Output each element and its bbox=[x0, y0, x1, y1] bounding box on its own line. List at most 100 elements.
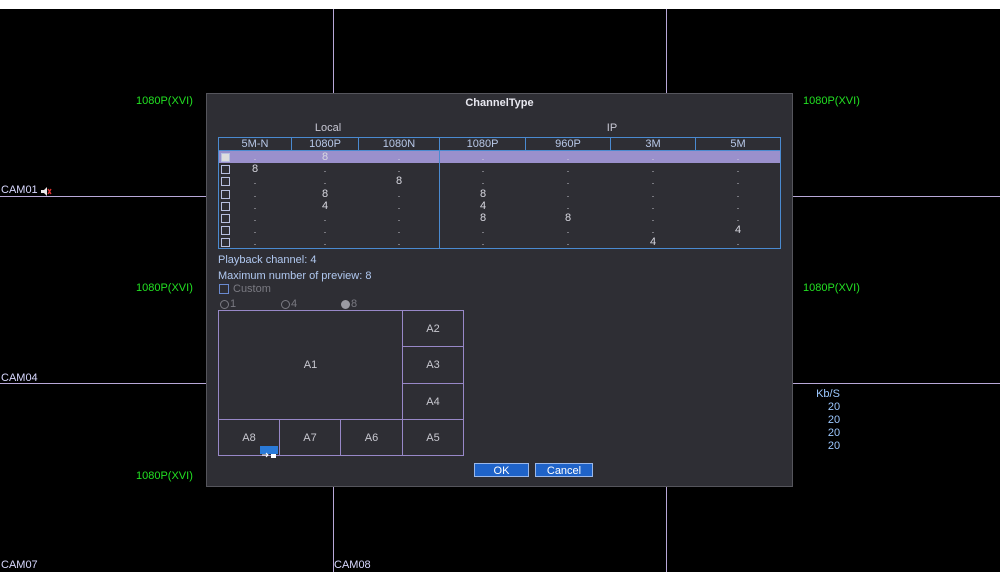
selected-row-highlight bbox=[219, 151, 780, 163]
table-cell: . bbox=[397, 213, 401, 223]
row-checkbox[interactable] bbox=[221, 189, 230, 199]
playback-channel-text: Playback channel: 4 bbox=[218, 254, 317, 266]
row-checkbox[interactable] bbox=[221, 201, 230, 211]
table-cell: . bbox=[253, 213, 257, 223]
area-a1[interactable]: A1 bbox=[218, 310, 403, 420]
table-cell: . bbox=[481, 237, 485, 248]
camera-label: CAM08 bbox=[334, 559, 371, 571]
table-cell: . bbox=[481, 152, 485, 162]
row-checkbox[interactable] bbox=[221, 238, 230, 248]
table-cell: . bbox=[566, 188, 570, 199]
camera-label: CAM01 bbox=[1, 184, 38, 196]
table-cell: . bbox=[253, 176, 257, 187]
table-cell: . bbox=[253, 237, 257, 248]
table-cell: . bbox=[736, 237, 740, 248]
table-cell: 8 bbox=[251, 163, 259, 176]
channel-type-table: 5M-N 1080P 1080N 1080P 960P 3M 5M .8....… bbox=[218, 137, 781, 249]
table-cell: . bbox=[323, 213, 327, 223]
table-cell: . bbox=[651, 152, 655, 162]
table-cell: . bbox=[566, 164, 570, 175]
camera-label: CAM07 bbox=[1, 559, 38, 571]
table-cell: . bbox=[481, 164, 485, 175]
table-cell: . bbox=[651, 200, 655, 211]
table-cell: . bbox=[397, 164, 401, 175]
radio-icon bbox=[220, 300, 229, 309]
table-cell: . bbox=[736, 188, 740, 199]
table-cell: . bbox=[736, 176, 740, 187]
layout-option-label: 8 bbox=[351, 298, 358, 310]
resolution-label: 1080P(XVI) bbox=[803, 95, 860, 107]
resolution-label: 1080P(XVI) bbox=[136, 282, 193, 294]
table-cell: . bbox=[397, 237, 401, 248]
column-header: 1080P bbox=[292, 138, 359, 150]
resolution-label: 1080P(XVI) bbox=[136, 95, 193, 107]
table-cell: . bbox=[481, 176, 485, 187]
table-cell: 8 bbox=[321, 151, 329, 163]
table-cell: . bbox=[651, 225, 655, 236]
table-cell: . bbox=[481, 225, 485, 236]
area-a5[interactable]: A5 bbox=[402, 419, 464, 456]
speaker-mute-icon bbox=[40, 184, 52, 196]
table-cell: . bbox=[651, 164, 655, 175]
bitrate-value: 20 bbox=[827, 401, 841, 413]
header-divider bbox=[219, 150, 780, 151]
table-cell: 8 bbox=[479, 187, 487, 200]
table-cell: . bbox=[651, 188, 655, 199]
table-cell: 4 bbox=[479, 199, 487, 212]
table-cell: . bbox=[253, 188, 257, 199]
table-cell: 8 bbox=[321, 187, 329, 200]
table-cell: . bbox=[651, 213, 655, 223]
local-group-label: Local bbox=[314, 122, 342, 134]
layout-option-label: 4 bbox=[291, 298, 298, 310]
resolution-label: 1080P(XVI) bbox=[136, 470, 193, 482]
resolution-label: 1080P(XVI) bbox=[803, 282, 860, 294]
radio-selected-icon bbox=[341, 300, 350, 309]
column-header: 5M bbox=[730, 138, 746, 150]
table-cell: . bbox=[566, 176, 570, 187]
area-a2[interactable]: A2 bbox=[402, 310, 464, 347]
bitrate-value: 20 bbox=[827, 440, 841, 452]
area-a4[interactable]: A4 bbox=[402, 383, 464, 420]
table-cell: 8 bbox=[564, 212, 572, 224]
ok-button[interactable]: OK bbox=[474, 463, 529, 477]
row-checkbox[interactable] bbox=[221, 214, 230, 223]
swap-icon[interactable] bbox=[260, 446, 278, 458]
table-cell: . bbox=[566, 237, 570, 248]
table-cell: . bbox=[736, 200, 740, 211]
table-cell: . bbox=[253, 152, 257, 162]
channel-type-dialog: ChannelType Local IP 5M-N 1080P 1080N 10… bbox=[206, 93, 793, 487]
table-cell: 4 bbox=[649, 236, 657, 249]
table-cell: . bbox=[323, 176, 327, 187]
custom-label: Custom bbox=[233, 283, 271, 295]
table-cell: . bbox=[253, 200, 257, 211]
table-cell: 4 bbox=[321, 199, 329, 212]
table-cell: . bbox=[253, 225, 257, 236]
area-a6[interactable]: A6 bbox=[340, 419, 403, 456]
max-preview-text: Maximum number of preview: 8 bbox=[218, 270, 372, 282]
table-cell: . bbox=[323, 225, 327, 236]
row-checkbox[interactable] bbox=[221, 226, 230, 236]
area-a3[interactable]: A3 bbox=[402, 346, 464, 384]
custom-checkbox[interactable] bbox=[219, 284, 229, 294]
table-cell: . bbox=[566, 225, 570, 236]
row-checkbox[interactable] bbox=[221, 153, 230, 162]
row-checkbox[interactable] bbox=[221, 165, 230, 175]
row-checkbox[interactable] bbox=[221, 177, 230, 187]
table-cell: . bbox=[397, 152, 401, 162]
column-header: 1080N bbox=[359, 138, 440, 150]
area-a7[interactable]: A7 bbox=[279, 419, 341, 456]
local-ip-divider bbox=[439, 150, 440, 248]
dialog-title: ChannelType bbox=[465, 97, 534, 109]
column-header: 1080P bbox=[440, 138, 526, 150]
bitrate-value: 20 bbox=[827, 414, 841, 426]
table-cell: . bbox=[736, 164, 740, 175]
table-cell: 8 bbox=[395, 175, 403, 188]
bitrate-header: Kb/S bbox=[816, 388, 840, 400]
table-cell: . bbox=[397, 188, 401, 199]
table-cell: . bbox=[736, 152, 740, 162]
table-cell: . bbox=[323, 237, 327, 248]
radio-icon bbox=[281, 300, 290, 309]
cancel-button[interactable]: Cancel bbox=[535, 463, 593, 477]
table-cell: . bbox=[566, 200, 570, 211]
layout-option-label: 1 bbox=[230, 298, 237, 310]
